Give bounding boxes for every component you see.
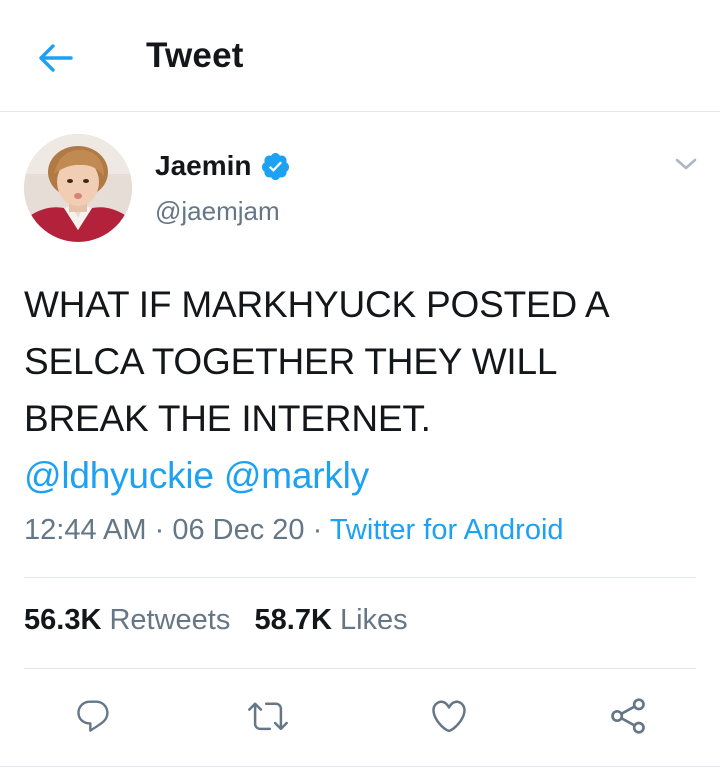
- author-name: Jaemin: [155, 150, 252, 181]
- mention-link[interactable]: @ldhyuckie: [24, 455, 214, 496]
- retweet-button[interactable]: [246, 694, 290, 738]
- tweet-text: WHAT IF MARKHYUCK POSTED A SELCA TOGETHE…: [24, 276, 704, 504]
- reply-button[interactable]: [71, 694, 115, 738]
- avatar-image: [24, 134, 132, 242]
- retweets-label: Retweets: [109, 604, 231, 636]
- more-options-button[interactable]: [668, 146, 704, 182]
- like-button[interactable]: [427, 694, 471, 738]
- tweet-date: 06 Dec 20: [172, 514, 305, 546]
- tweet-text-line: BREAK THE INTERNET.: [24, 398, 431, 439]
- page-title: Tweet: [146, 36, 244, 75]
- divider: [24, 577, 696, 578]
- tweet-meta: 12:44 AM · 06 Dec 20 · Twitter for Andro…: [24, 514, 564, 547]
- heart-icon: [432, 700, 466, 733]
- tweet-text-line: WHAT IF MARKHYUCK POSTED A: [24, 284, 610, 325]
- author-name-row[interactable]: Jaemin: [155, 146, 291, 186]
- mention-link[interactable]: @markly: [224, 455, 369, 496]
- retweets-count: 56.3K: [24, 604, 102, 636]
- arrow-left-icon: [39, 44, 73, 72]
- chevron-down-icon: [675, 158, 697, 170]
- share-icon: [611, 698, 645, 734]
- top-app-bar: Tweet: [0, 0, 720, 112]
- meta-separator: ·: [312, 514, 323, 546]
- tweet-source-link[interactable]: Twitter for Android: [330, 514, 564, 546]
- tweet-stats: 56.3K Retweets 58.7K Likes: [24, 604, 408, 637]
- back-button[interactable]: [34, 36, 78, 80]
- meta-separator: ·: [154, 514, 165, 546]
- likes-stat[interactable]: 58.7K Likes: [255, 604, 408, 636]
- action-bar: [0, 688, 720, 744]
- divider: [0, 766, 720, 767]
- reply-icon: [77, 700, 109, 732]
- tweet-text-line: SELCA TOGETHER THEY WILL: [24, 341, 558, 382]
- retweet-icon: [248, 702, 288, 731]
- divider: [24, 668, 696, 669]
- likes-label: Likes: [339, 604, 408, 636]
- verified-badge-icon: [260, 151, 291, 182]
- share-button[interactable]: [606, 694, 650, 738]
- mentions-line: @ldhyuckie @markly: [24, 447, 704, 504]
- tweet-detail-screen: Tweet Jaemin @jaemjam WHAT IF MARKHYUCK …: [0, 0, 720, 777]
- likes-count: 58.7K: [254, 604, 332, 636]
- retweets-stat[interactable]: 56.3K Retweets: [24, 604, 230, 636]
- tweet-time: 12:44 AM: [24, 514, 147, 546]
- author-handle[interactable]: @jaemjam: [155, 196, 280, 227]
- avatar[interactable]: [24, 134, 132, 242]
